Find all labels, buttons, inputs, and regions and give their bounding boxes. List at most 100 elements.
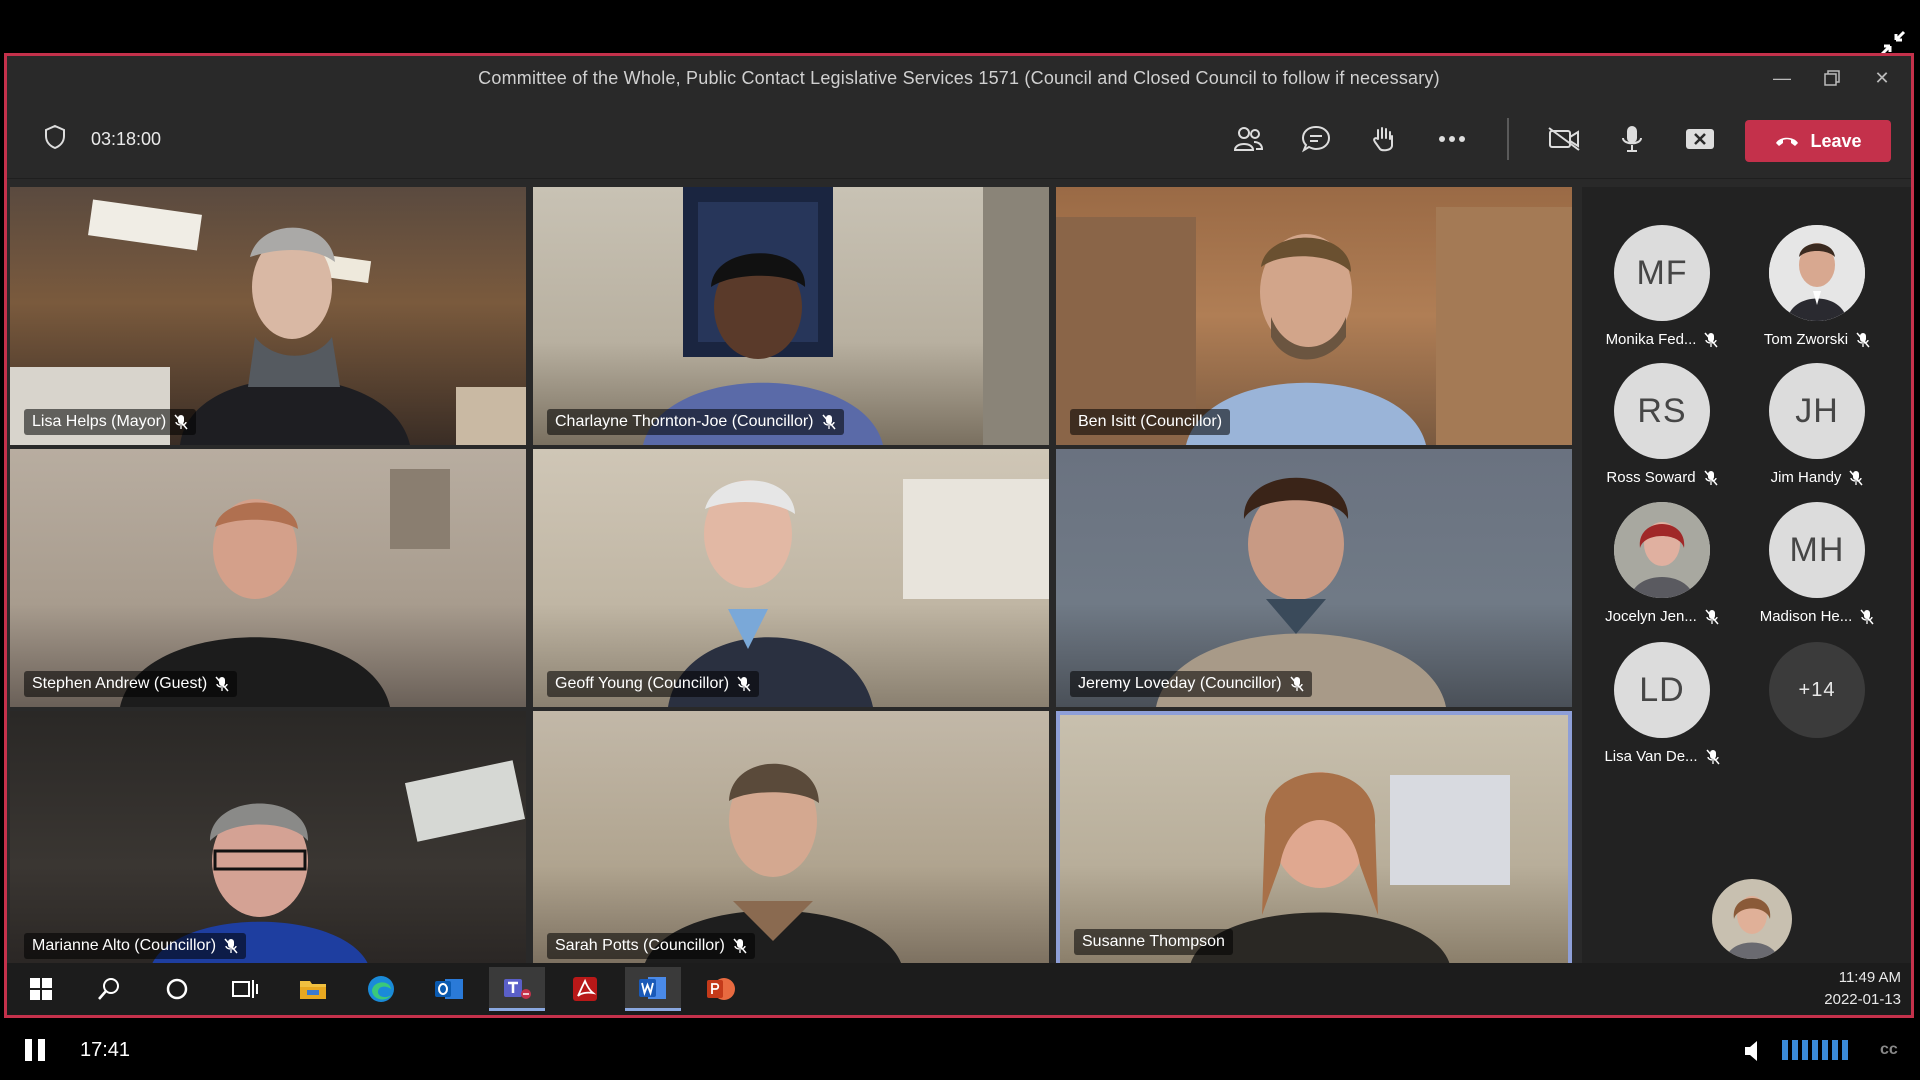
participant-video-image — [1190, 772, 1510, 965]
raise-hand-icon — [1373, 127, 1393, 152]
more-participants-count: +14 — [1769, 642, 1865, 738]
toolbar-divider — [1507, 118, 1509, 160]
word-button[interactable] — [625, 967, 681, 1011]
avatar: MF — [1614, 225, 1710, 321]
search-button[interactable] — [81, 967, 137, 1011]
participant-name-tag: Sarah Potts (Councillor) — [547, 933, 755, 959]
roster-participant[interactable]: MF Monika Fed... — [1587, 225, 1737, 348]
roster-name: Monika Fed... — [1605, 331, 1697, 348]
camera-off-icon — [1548, 127, 1580, 151]
video-tile[interactable]: Marianne Alto (Councillor) — [10, 711, 526, 969]
mic-off-icon — [1856, 332, 1870, 347]
chat-button[interactable] — [1295, 118, 1337, 160]
outlook-button[interactable] — [421, 967, 477, 1011]
participant-video-image — [643, 187, 1049, 445]
chat-icon — [1301, 125, 1331, 153]
participant-video-image — [668, 479, 1049, 707]
video-tile[interactable]: Jeremy Loveday (Councillor) — [1056, 449, 1572, 707]
roster-participant[interactable]: Tom Zworski — [1742, 225, 1892, 348]
roster-name: Tom Zworski — [1763, 331, 1849, 348]
avatar: RS — [1614, 363, 1710, 459]
roster-name: Jim Handy — [1770, 469, 1842, 486]
mic-off-icon — [1705, 749, 1720, 764]
participant-name-tag: Lisa Helps (Mayor) — [24, 409, 197, 435]
mic-off-icon — [174, 414, 188, 430]
participant-roster: MF Monika Fed... Tom Zworski RS Ross Sow… — [1582, 187, 1911, 967]
people-button[interactable] — [1227, 118, 1269, 160]
self-view-avatar — [1712, 879, 1792, 959]
powerpoint-button[interactable] — [693, 967, 749, 1011]
closed-captions-button[interactable]: cc — [1880, 1020, 1898, 1080]
video-tile[interactable]: Stephen Andrew (Guest) — [10, 449, 526, 707]
mic-off-icon — [1290, 676, 1304, 692]
avatar-photo — [1614, 502, 1710, 598]
teams-button[interactable] — [489, 967, 545, 1011]
stop-sharing-button[interactable] — [1679, 118, 1721, 160]
more-participants-button[interactable]: +14 — [1742, 642, 1892, 738]
video-tile[interactable]: Ben Isitt (Councillor) — [1056, 187, 1572, 445]
mic-off-icon — [1860, 609, 1874, 624]
minimize-button[interactable]: — — [1759, 56, 1805, 100]
roster-participant[interactable]: RS Ross Soward — [1587, 363, 1737, 486]
participant-name-tag: Charlayne Thornton-Joe (Councillor) — [547, 409, 844, 435]
participant-video-image — [150, 760, 526, 969]
clock-date: 2022-01-13 — [1824, 991, 1901, 1008]
meeting-toolbar: 03:18:00 Leave — [7, 100, 1911, 179]
roster-participant[interactable]: LD Lisa Van De... — [1587, 642, 1737, 765]
close-button[interactable]: ✕ — [1859, 56, 1905, 100]
mic-off-icon — [224, 938, 238, 954]
meeting-timer: 03:18:00 — [91, 128, 162, 149]
windows-taskbar: 11:49 AM 2022-01-13 — [7, 963, 1911, 1015]
roster-participant[interactable]: JH Jim Handy — [1742, 363, 1892, 486]
more-actions-button[interactable] — [1431, 118, 1473, 160]
mic-off-icon — [1704, 332, 1719, 347]
file-explorer-button[interactable] — [285, 967, 341, 1011]
video-tile[interactable]: Lisa Helps (Mayor) — [10, 187, 526, 445]
acrobat-button[interactable] — [557, 967, 613, 1011]
roster-participant[interactable]: Jocelyn Jen... — [1587, 502, 1737, 625]
video-tile[interactable]: Sarah Potts (Councillor) — [533, 711, 1049, 969]
participant-name-tag: Stephen Andrew (Guest) — [24, 671, 238, 697]
powerpoint-icon — [707, 978, 735, 1000]
leave-button[interactable]: Leave — [1745, 120, 1891, 162]
raise-hand-button[interactable] — [1363, 118, 1405, 160]
mic-off-icon — [215, 676, 229, 692]
mic-off-icon — [1849, 470, 1863, 485]
shield-icon[interactable] — [43, 124, 67, 155]
volume-button[interactable] — [1742, 1038, 1768, 1064]
participant-video-image — [643, 763, 903, 969]
word-icon — [639, 976, 666, 999]
pause-icon — [25, 1039, 45, 1061]
microphone-icon — [1622, 126, 1642, 152]
participant-name-tag: Geoff Young (Councillor) — [547, 671, 760, 697]
volume-icon — [1745, 1041, 1757, 1061]
acrobat-icon — [573, 977, 597, 1001]
more-icon — [1439, 136, 1465, 142]
start-icon — [30, 978, 52, 1000]
pause-button[interactable] — [22, 1036, 48, 1064]
avatar: LD — [1614, 642, 1710, 738]
active-speaker-tile[interactable]: Susanne Thompson — [1056, 711, 1572, 969]
teams-icon — [504, 978, 531, 999]
clock-time: 11:49 AM — [1838, 969, 1901, 986]
participant-video-image — [1156, 477, 1446, 707]
video-tile[interactable]: Charlayne Thornton-Joe (Councillor) — [533, 187, 1049, 445]
restore-button[interactable] — [1809, 56, 1855, 100]
camera-off-button[interactable] — [1543, 118, 1585, 160]
edge-button[interactable] — [353, 967, 409, 1011]
participant-name-tag: Marianne Alto (Councillor) — [24, 933, 247, 959]
window-title: Committee of the Whole, Public Contact L… — [478, 67, 1440, 88]
cortana-button[interactable] — [149, 967, 205, 1011]
roster-name: Madison He... — [1759, 608, 1853, 625]
start-button[interactable] — [13, 967, 69, 1011]
task-view-button[interactable] — [217, 967, 273, 1011]
volume-slider[interactable] — [1782, 1038, 1854, 1062]
participant-video-image — [10, 199, 526, 445]
video-tile[interactable]: Geoff Young (Councillor) — [533, 449, 1049, 707]
mic-off-icon — [821, 414, 836, 430]
video-player-controls: 17:41 cc — [0, 1020, 1920, 1080]
system-clock[interactable]: 11:49 AM 2022-01-13 — [1824, 967, 1901, 1011]
microphone-button[interactable] — [1611, 118, 1653, 160]
avatar: JH — [1769, 363, 1865, 459]
roster-participant[interactable]: MH Madison He... — [1742, 502, 1892, 625]
